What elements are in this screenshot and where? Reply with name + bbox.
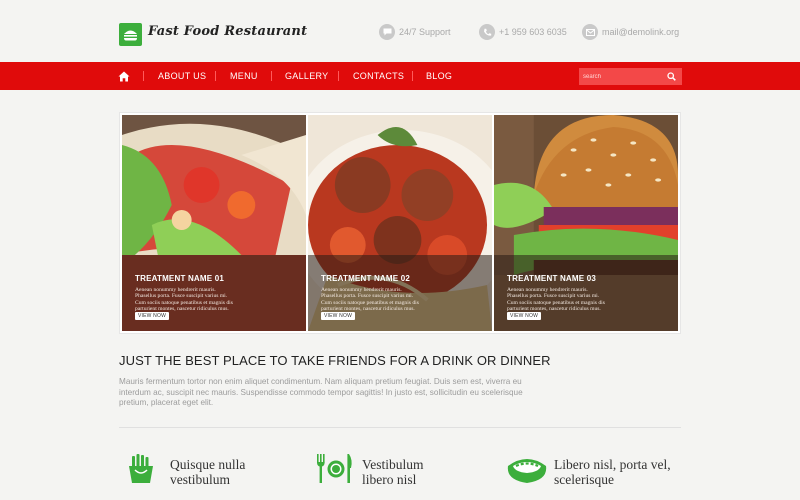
hotdog-icon — [506, 456, 548, 489]
nav-item-contacts[interactable]: CONTACTS — [353, 71, 404, 81]
nav-divider — [143, 71, 144, 81]
support-contact: 24/7 Support — [379, 24, 451, 40]
card-title: TREATMENT NAME 01 — [135, 274, 225, 283]
card-title: TREATMENT NAME 02 — [321, 274, 411, 283]
burger-logo-icon[interactable] — [119, 23, 142, 46]
fries-icon — [128, 454, 154, 489]
card-text: Aenean nonummy hendrerit mauris. Phasell… — [135, 287, 233, 313]
feature-text: Quisque nulla vestibulum — [170, 457, 245, 487]
support-label: 24/7 Support — [399, 27, 451, 37]
email-label[interactable]: mail@demolink.org — [602, 27, 679, 37]
feature-line: vestibulum — [170, 472, 230, 487]
nav-item-blog[interactable]: BLOG — [426, 71, 452, 81]
treatments-gallery: TREATMENT NAME 01 Aenean nonummy hendrer… — [120, 113, 680, 333]
feature-line: Vestibulum — [362, 457, 424, 472]
nav-item-about[interactable]: ABOUT US — [158, 71, 206, 81]
chat-icon — [379, 24, 395, 40]
feature-line: libero nisl — [362, 472, 417, 487]
feature-item[interactable]: Libero nisl, porta vel, scelerisque — [506, 454, 696, 490]
cutlery-icon — [316, 454, 354, 489]
section-divider — [119, 427, 681, 428]
site-header: Fast Food Restaurant 24/7 Support +1 959… — [0, 0, 800, 62]
search-input[interactable] — [583, 71, 659, 82]
nav-divider — [412, 71, 413, 81]
page-headline: JUST THE BEST PLACE TO TAKE FRIENDS FOR … — [119, 353, 551, 368]
search-button[interactable] — [660, 68, 682, 85]
nav-divider — [338, 71, 339, 81]
view-now-button[interactable]: VIEW NOW — [321, 312, 355, 320]
feature-line: Quisque nulla — [170, 457, 246, 472]
search-icon — [666, 72, 676, 81]
nav-divider — [271, 71, 272, 81]
gallery-card[interactable]: TREATMENT NAME 03 Aenean nonummy hendrer… — [494, 115, 678, 331]
mail-icon — [582, 24, 598, 40]
card-title: TREATMENT NAME 03 — [507, 274, 597, 283]
view-now-button[interactable]: VIEW NOW — [507, 312, 541, 320]
phone-icon — [479, 24, 495, 40]
card-text: Aenean nonummy hendrerit mauris. Phasell… — [321, 287, 419, 313]
phone-contact: +1 959 603 6035 — [479, 24, 567, 40]
phone-label[interactable]: +1 959 603 6035 — [499, 27, 567, 37]
feature-line: scelerisque — [554, 472, 614, 487]
view-now-button[interactable]: VIEW NOW — [135, 312, 169, 320]
search-box — [579, 68, 682, 85]
intro-paragraph: Mauris fermentum tortor non enim aliquet… — [119, 377, 523, 407]
home-icon[interactable] — [118, 69, 131, 82]
nav-divider — [215, 71, 216, 81]
feature-text: Libero nisl, porta vel, scelerisque — [554, 457, 671, 487]
gallery-card[interactable]: TREATMENT NAME 01 Aenean nonummy hendrer… — [122, 115, 306, 331]
feature-item[interactable]: Vestibulum libero nisl — [316, 454, 486, 490]
feature-item[interactable]: Quisque nulla vestibulum — [128, 454, 288, 490]
email-contact: mail@demolink.org — [582, 24, 679, 40]
card-text: Aenean nonummy hendrerit mauris. Phasell… — [507, 287, 605, 313]
gallery-card[interactable]: TREATMENT NAME 02 Aenean nonummy hendrer… — [308, 115, 492, 331]
site-logo-text[interactable]: Fast Food Restaurant — [148, 24, 307, 39]
feature-text: Vestibulum libero nisl — [362, 457, 424, 487]
feature-line: Libero nisl, porta vel, — [554, 457, 671, 472]
nav-item-menu[interactable]: MENU — [230, 71, 258, 81]
nav-item-gallery[interactable]: GALLERY — [285, 71, 328, 81]
